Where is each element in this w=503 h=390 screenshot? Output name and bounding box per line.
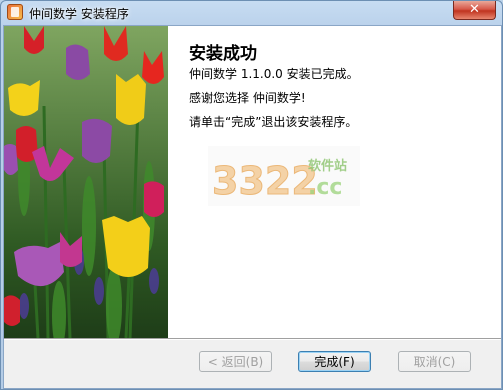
title-bar[interactable]: 仲间数学 安装程序 ✕: [1, 1, 502, 25]
button-separator: [4, 338, 501, 340]
installer-app-icon: [7, 4, 23, 20]
tulip-banner-image: [4, 26, 168, 338]
install-complete-text: 仲间数学 1.1.0.0 安装已完成。: [189, 67, 359, 81]
tulip-illustration: [4, 26, 164, 338]
watermark-digits: 3322: [212, 159, 318, 203]
installer-window: 仲间数学 安装程序 ✕ 安装成功 仲间数学 1.1.0.0 安装已完成。 感谢您…: [0, 0, 503, 390]
finish-instruction-text: 请单击“完成”退出该安装程序。: [189, 115, 358, 129]
client-area: 安装成功 仲间数学 1.1.0.0 安装已完成。 感谢您选择 仲间数学! 请单击…: [3, 25, 502, 389]
watermark-site: 软件站: [308, 158, 347, 174]
3322-watermark-logo: 3322 软件站 .cc: [208, 146, 360, 206]
close-button[interactable]: ✕: [453, 1, 496, 20]
finish-button[interactable]: 完成(F): [298, 351, 371, 372]
page-heading: 安装成功: [189, 44, 257, 64]
cancel-button[interactable]: 取消(C): [398, 351, 471, 372]
window-title: 仲间数学 安装程序: [29, 7, 129, 21]
thank-you-text: 感谢您选择 仲间数学!: [189, 91, 306, 105]
finish-panel: 安装成功 仲间数学 1.1.0.0 安装已完成。 感谢您选择 仲间数学! 请单击…: [168, 26, 501, 338]
watermark-domain: .cc: [308, 175, 342, 200]
back-button[interactable]: < 返回(B): [199, 351, 272, 372]
